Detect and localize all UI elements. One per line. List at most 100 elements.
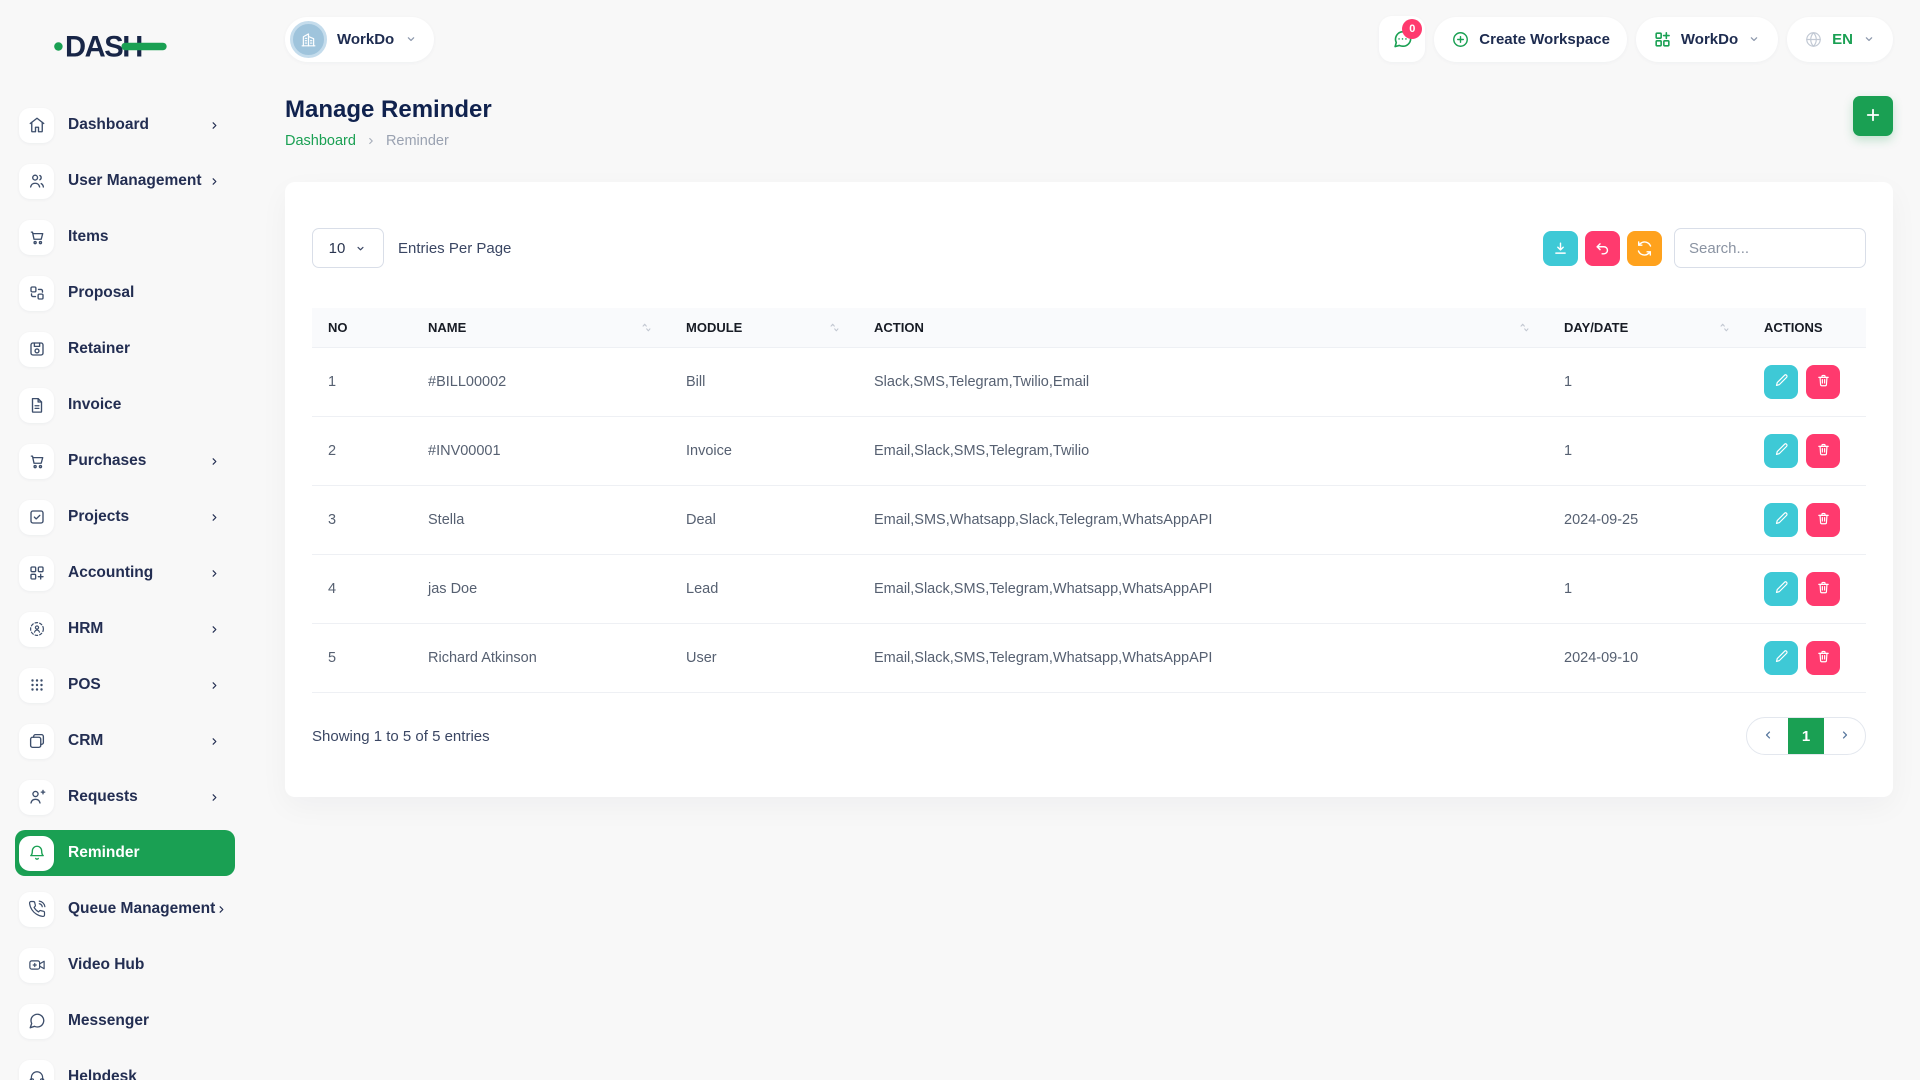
- chevron-right-icon: [208, 119, 221, 132]
- cell-action: Slack,SMS,Telegram,Twilio,Email: [858, 348, 1548, 417]
- hrm-icon: [19, 612, 54, 647]
- sidebar-item-accounting[interactable]: Accounting: [15, 550, 235, 596]
- sidebar-item-reminder[interactable]: Reminder: [15, 830, 235, 876]
- sidebar-item-queue-management[interactable]: Queue Management: [15, 886, 235, 932]
- add-reminder-button[interactable]: [1853, 96, 1893, 136]
- export-button[interactable]: [1543, 231, 1578, 266]
- table-row: 5 Richard Atkinson User Email,Slack,SMS,…: [312, 624, 1866, 693]
- sidebar-item-purchases[interactable]: Purchases: [15, 438, 235, 484]
- messenger-icon: [19, 1004, 54, 1039]
- users-icon: [19, 164, 54, 199]
- pencil-icon: [1774, 649, 1789, 667]
- cell-name: Stella: [412, 486, 670, 555]
- delete-button[interactable]: [1806, 434, 1840, 468]
- refresh-button[interactable]: [1627, 231, 1662, 266]
- topbar: WorkDo 0 Create Workspace WorkDo: [240, 0, 1920, 66]
- sidebar-item-proposal[interactable]: Proposal: [15, 270, 235, 316]
- previous-page-button[interactable]: [1747, 717, 1788, 755]
- cell-day_date: 1: [1548, 555, 1748, 624]
- chevron-right-icon: [208, 511, 221, 524]
- delete-button[interactable]: [1806, 365, 1840, 399]
- pos-icon: [19, 668, 54, 703]
- globe-icon: [1804, 30, 1823, 49]
- edit-button[interactable]: [1764, 503, 1798, 537]
- sidebar-item-label: Video Hub: [68, 956, 144, 974]
- sidebar-item-label: User Management: [68, 172, 202, 190]
- chevron-right-icon: [208, 791, 221, 804]
- cell-no: 1: [312, 348, 412, 417]
- delete-button[interactable]: [1806, 503, 1840, 537]
- trash-icon: [1816, 649, 1831, 667]
- cell-day_date: 2024-09-25: [1548, 486, 1748, 555]
- language-selector[interactable]: EN: [1787, 17, 1893, 62]
- chevron-right-icon: [208, 567, 221, 580]
- cell-module: Invoice: [670, 417, 858, 486]
- sidebar-item-label: Messenger: [68, 1012, 149, 1030]
- current-page-button[interactable]: 1: [1788, 717, 1824, 755]
- brand-logo[interactable]: DASH: [0, 0, 240, 70]
- app-root: DASH Dashboard User Management Items Pro…: [0, 0, 1920, 1080]
- topbar-actions: 0 Create Workspace WorkDo EN: [1379, 16, 1893, 62]
- breadcrumb-dashboard-link[interactable]: Dashboard: [285, 133, 356, 149]
- chevron-down-icon: [404, 32, 418, 46]
- next-page-button[interactable]: [1824, 717, 1865, 755]
- sidebar-item-hrm[interactable]: HRM: [15, 606, 235, 652]
- delete-button[interactable]: [1806, 572, 1840, 606]
- delete-button[interactable]: [1806, 641, 1840, 675]
- entries-per-page-label: Entries Per Page: [398, 240, 511, 257]
- chevron-right-icon: [365, 135, 377, 147]
- sidebar-item-helpdesk[interactable]: Helpdesk: [15, 1054, 235, 1080]
- sidebar-item-pos[interactable]: POS: [15, 662, 235, 708]
- sidebar-item-label: Invoice: [68, 396, 121, 414]
- cell-day_date: 2024-09-10: [1548, 624, 1748, 693]
- column-header-action[interactable]: ACTION: [858, 308, 1548, 348]
- sidebar-item-invoice[interactable]: Invoice: [15, 382, 235, 428]
- workspace-selector[interactable]: WorkDo: [285, 17, 434, 62]
- cell-name: #BILL00002: [412, 348, 670, 417]
- search-input[interactable]: [1674, 228, 1866, 268]
- sidebar-item-dashboard[interactable]: Dashboard: [15, 102, 235, 148]
- row-actions: [1764, 434, 1850, 468]
- language-code: EN: [1832, 31, 1853, 48]
- sidebar-item-label: Dashboard: [68, 116, 149, 134]
- messenger-button[interactable]: 0: [1379, 16, 1425, 62]
- plus-icon: [1864, 106, 1882, 127]
- sort-icon: [639, 320, 654, 335]
- edit-button[interactable]: [1764, 572, 1798, 606]
- cell-module: Deal: [670, 486, 858, 555]
- entries-per-page-select[interactable]: 10: [312, 228, 384, 268]
- edit-button[interactable]: [1764, 365, 1798, 399]
- sidebar-item-label: Queue Management: [68, 900, 215, 918]
- row-actions: [1764, 365, 1850, 399]
- pencil-icon: [1774, 511, 1789, 529]
- column-header-name[interactable]: NAME: [412, 308, 670, 348]
- sidebar-item-label: POS: [68, 676, 101, 694]
- sidebar-item-retainer[interactable]: Retainer: [15, 326, 235, 372]
- sidebar-item-label: CRM: [68, 732, 103, 750]
- trash-icon: [1816, 511, 1831, 529]
- sidebar-item-projects[interactable]: Projects: [15, 494, 235, 540]
- breadcrumb-current: Reminder: [386, 133, 449, 149]
- pencil-icon: [1774, 580, 1789, 598]
- sidebar-item-video-hub[interactable]: Video Hub: [15, 942, 235, 988]
- cell-action: Email,Slack,SMS,Telegram,Whatsapp,WhatsA…: [858, 555, 1548, 624]
- accounting-icon: [19, 556, 54, 591]
- sidebar-item-requests[interactable]: Requests: [15, 774, 235, 820]
- sidebar-item-items[interactable]: Items: [15, 214, 235, 260]
- edit-button[interactable]: [1764, 434, 1798, 468]
- sidebar-item-user-management[interactable]: User Management: [15, 158, 235, 204]
- cell-action: Email,SMS,Whatsapp,Slack,Telegram,WhatsA…: [858, 486, 1548, 555]
- reset-button[interactable]: [1585, 231, 1620, 266]
- create-workspace-button[interactable]: Create Workspace: [1434, 17, 1627, 62]
- workdo-menu-button[interactable]: WorkDo: [1636, 17, 1778, 62]
- sidebar-item-crm[interactable]: CRM: [15, 718, 235, 764]
- pencil-icon: [1774, 442, 1789, 460]
- pagination: 1: [1746, 717, 1866, 755]
- sort-icon: [1717, 320, 1732, 335]
- sidebar-item-messenger[interactable]: Messenger: [15, 998, 235, 1044]
- edit-button[interactable]: [1764, 641, 1798, 675]
- notification-badge: 0: [1402, 19, 1422, 39]
- cell-action: Email,Slack,SMS,Telegram,Twilio: [858, 417, 1548, 486]
- column-header-module[interactable]: MODULE: [670, 308, 858, 348]
- column-header-day-date[interactable]: DAY/DATE: [1548, 308, 1748, 348]
